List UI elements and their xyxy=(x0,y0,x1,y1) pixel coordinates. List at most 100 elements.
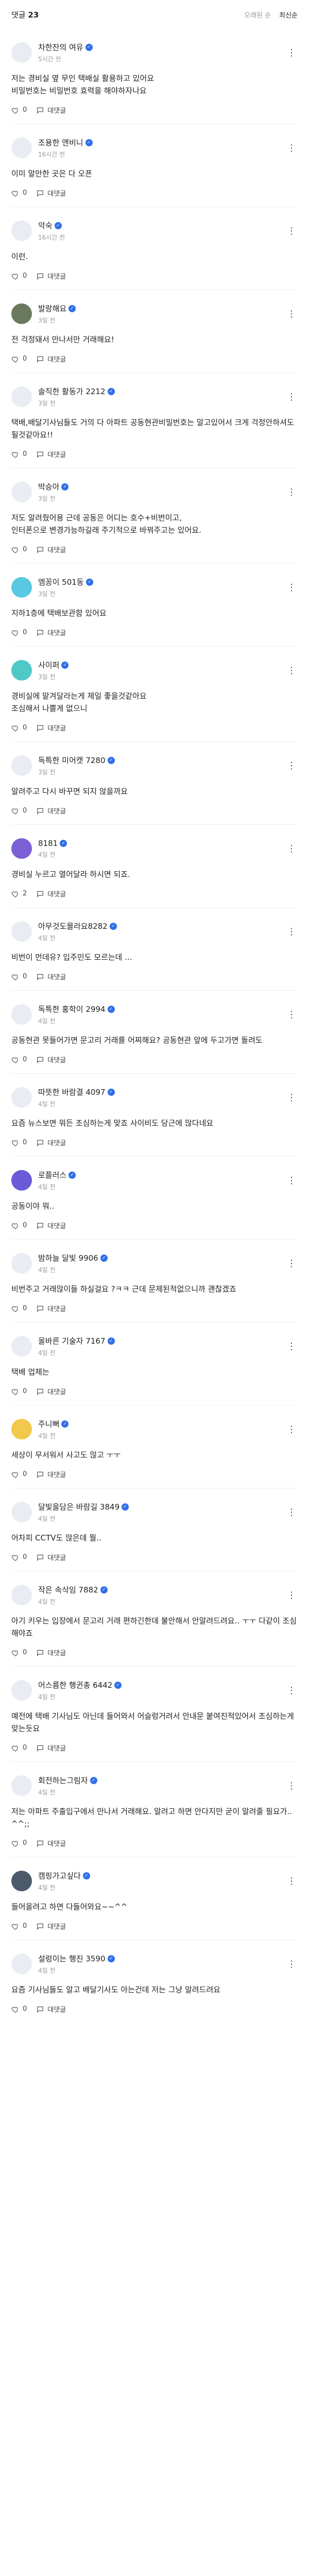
avatar[interactable] xyxy=(11,1004,32,1025)
reply-button[interactable]: 대댓글 xyxy=(36,1303,66,1313)
reply-button[interactable]: 대댓글 xyxy=(36,545,66,554)
like-button[interactable]: 0 xyxy=(11,106,27,114)
like-button[interactable]: 0 xyxy=(11,1922,27,1930)
reply-button[interactable]: 대댓글 xyxy=(36,628,66,637)
nickname[interactable]: 차한잔의 여유 xyxy=(38,42,83,53)
nickname[interactable]: 올바른 기술자 7167 xyxy=(38,1335,106,1346)
like-button[interactable]: 0 xyxy=(11,1553,27,1562)
more-options-icon[interactable]: ⋮ xyxy=(285,225,298,237)
more-options-icon[interactable]: ⋮ xyxy=(285,1008,298,1021)
more-options-icon[interactable]: ⋮ xyxy=(285,925,298,938)
nickname[interactable]: 회전하는그림자 xyxy=(38,1775,88,1786)
more-options-icon[interactable]: ⋮ xyxy=(285,759,298,772)
like-button[interactable]: 0 xyxy=(11,1056,27,1064)
nickname[interactable]: 8181 xyxy=(38,839,58,848)
more-options-icon[interactable]: ⋮ xyxy=(285,1958,298,1970)
nickname[interactable]: 캠핑가고싶다 xyxy=(38,1870,81,1881)
reply-button[interactable]: 대댓글 xyxy=(36,806,66,816)
nickname[interactable]: 설렁이는 행진 3590 xyxy=(38,1953,106,1964)
more-options-icon[interactable]: ⋮ xyxy=(285,1174,298,1187)
nickname[interactable]: 주니뻐 xyxy=(38,1418,59,1429)
reply-button[interactable]: 대댓글 xyxy=(36,105,66,115)
more-options-icon[interactable]: ⋮ xyxy=(285,1091,298,1104)
more-options-icon[interactable]: ⋮ xyxy=(285,308,298,320)
sort-oldest[interactable]: 오래된 순 xyxy=(244,10,271,20)
more-options-icon[interactable]: ⋮ xyxy=(285,1589,298,1601)
avatar[interactable] xyxy=(11,838,32,859)
nickname[interactable]: 로플러스 xyxy=(38,1170,66,1180)
like-button[interactable]: 0 xyxy=(11,1304,27,1313)
like-button[interactable]: 0 xyxy=(11,272,27,280)
reply-button[interactable]: 대댓글 xyxy=(36,2004,66,2014)
more-options-icon[interactable]: ⋮ xyxy=(285,664,298,676)
reply-button[interactable]: 대댓글 xyxy=(36,1138,66,1147)
avatar[interactable] xyxy=(11,1170,32,1191)
nickname[interactable]: 독특한 홍학이 2994 xyxy=(38,1004,106,1014)
sort-newest[interactable]: 최신순 xyxy=(279,10,298,20)
nickname[interactable]: 사이퍼 xyxy=(38,659,59,670)
like-button[interactable]: 0 xyxy=(11,2005,27,2013)
like-button[interactable]: 0 xyxy=(11,355,27,363)
avatar[interactable] xyxy=(11,1502,32,1522)
nickname[interactable]: 박승아 xyxy=(38,481,59,492)
avatar[interactable] xyxy=(11,1336,32,1357)
like-button[interactable]: 0 xyxy=(11,546,27,554)
reply-button[interactable]: 대댓글 xyxy=(36,1921,66,1931)
avatar[interactable] xyxy=(11,1871,32,1891)
reply-button[interactable]: 대댓글 xyxy=(36,271,66,281)
avatar[interactable] xyxy=(11,1253,32,1274)
reply-button[interactable]: 대댓글 xyxy=(36,1838,66,1848)
like-button[interactable]: 2 xyxy=(11,890,27,898)
avatar[interactable] xyxy=(11,221,32,241)
more-options-icon[interactable]: ⋮ xyxy=(285,842,298,855)
like-button[interactable]: 0 xyxy=(11,189,27,197)
nickname[interactable]: 조용한 앤비니 xyxy=(38,137,83,148)
more-options-icon[interactable]: ⋮ xyxy=(285,486,298,498)
nickname[interactable]: 솔직한 활동가 2212 xyxy=(38,386,106,397)
avatar[interactable] xyxy=(11,1087,32,1108)
reply-button[interactable]: 대댓글 xyxy=(36,449,66,459)
like-button[interactable]: 0 xyxy=(11,1387,27,1396)
reply-button[interactable]: 대댓글 xyxy=(36,1743,66,1753)
reply-button[interactable]: 대댓글 xyxy=(36,1055,66,1064)
more-options-icon[interactable]: ⋮ xyxy=(285,1684,298,1697)
avatar[interactable] xyxy=(11,1954,32,1974)
reply-button[interactable]: 대댓글 xyxy=(36,188,66,198)
more-options-icon[interactable]: ⋮ xyxy=(285,46,298,59)
more-options-icon[interactable]: ⋮ xyxy=(285,391,298,403)
more-options-icon[interactable]: ⋮ xyxy=(285,1780,298,1792)
like-button[interactable]: 0 xyxy=(11,724,27,732)
more-options-icon[interactable]: ⋮ xyxy=(285,1506,298,1518)
avatar[interactable] xyxy=(11,1775,32,1796)
avatar[interactable] xyxy=(11,1419,32,1439)
nickname[interactable]: 발랑해요 xyxy=(38,303,66,314)
like-button[interactable]: 0 xyxy=(11,973,27,981)
reply-button[interactable]: 대댓글 xyxy=(36,889,66,899)
reply-button[interactable]: 대댓글 xyxy=(36,1469,66,1479)
like-button[interactable]: 0 xyxy=(11,629,27,637)
nickname[interactable]: 달빛을담은 바람길 3849 xyxy=(38,1501,119,1512)
like-button[interactable]: 0 xyxy=(11,1839,27,1848)
like-button[interactable]: 0 xyxy=(11,807,27,815)
more-options-icon[interactable]: ⋮ xyxy=(285,1257,298,1269)
reply-button[interactable]: 대댓글 xyxy=(36,972,66,981)
nickname[interactable]: 악숙 xyxy=(38,220,53,231)
avatar[interactable] xyxy=(11,482,32,502)
reply-button[interactable]: 대댓글 xyxy=(36,723,66,733)
nickname[interactable]: 어스름한 행귄총 6442 xyxy=(38,1680,112,1690)
like-button[interactable]: 0 xyxy=(11,1470,27,1479)
like-button[interactable]: 0 xyxy=(11,1744,27,1752)
nickname[interactable]: 엠꽁이 501동 xyxy=(38,577,84,587)
avatar[interactable] xyxy=(11,755,32,776)
nickname[interactable]: 밤하늘 달빛 9906 xyxy=(38,1252,98,1263)
nickname[interactable]: 아무것도몰라요8282 xyxy=(38,921,108,931)
like-button[interactable]: 0 xyxy=(11,1222,27,1230)
more-options-icon[interactable]: ⋮ xyxy=(285,1340,298,1352)
avatar[interactable] xyxy=(11,577,32,598)
nickname[interactable]: 작은 속삭임 7882 xyxy=(38,1584,98,1595)
like-button[interactable]: 0 xyxy=(11,1649,27,1657)
reply-button[interactable]: 대댓글 xyxy=(36,1552,66,1562)
nickname[interactable]: 독특한 미어캣 7280 xyxy=(38,755,106,766)
like-button[interactable]: 0 xyxy=(11,1139,27,1147)
more-options-icon[interactable]: ⋮ xyxy=(285,1423,298,1435)
